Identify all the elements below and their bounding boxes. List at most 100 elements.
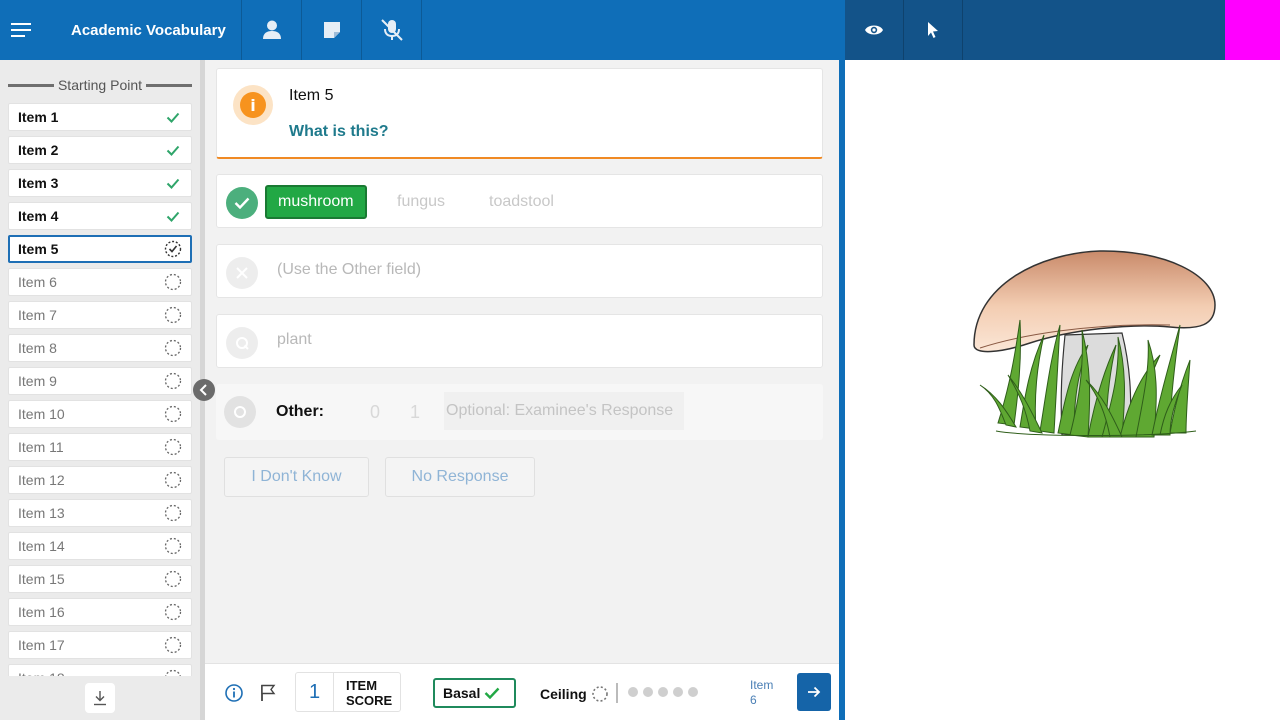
pending-circle-icon: [164, 273, 182, 291]
check-icon: [164, 141, 182, 159]
pointer-button[interactable]: [904, 0, 963, 60]
sidebar-item[interactable]: Item 18: [8, 664, 192, 676]
sidebar-item[interactable]: Item 7: [8, 301, 192, 329]
mushroom-image: [973, 250, 1216, 445]
examinee-button[interactable]: [242, 0, 302, 60]
item-score-box: 1 ITEM SCORE: [295, 672, 401, 712]
circle-icon: [234, 406, 246, 418]
preview-button[interactable]: [845, 0, 904, 60]
app-root: Academic Vocabulary Starting Point Item …: [0, 0, 1280, 720]
sidebar-item[interactable]: Item 17: [8, 631, 192, 659]
divider: [146, 83, 192, 87]
sidebar-item[interactable]: Item 15: [8, 565, 192, 593]
response-option[interactable]: toadstool: [478, 185, 565, 219]
starting-point-label: Starting Point: [57, 77, 143, 93]
scoring-footer: 1 ITEM SCORE Basal Ceiling Item 6: [205, 663, 839, 720]
status-indicator-block: [1225, 0, 1280, 60]
notes-button[interactable]: [302, 0, 362, 60]
sidebar-item[interactable]: Item 16: [8, 598, 192, 626]
sidebar-item[interactable]: Item 12: [8, 466, 192, 494]
pending-circle-icon: [164, 669, 182, 676]
menu-button[interactable]: [0, 0, 44, 60]
arrow-right-icon: [808, 686, 821, 698]
divider: [8, 83, 54, 87]
other-mark[interactable]: [224, 396, 256, 428]
question-card: i Item 5 What is this?: [216, 68, 823, 159]
pending-circle-icon: [164, 372, 182, 390]
response-option-selected[interactable]: mushroom: [265, 185, 367, 219]
sidebar-item[interactable]: Item 6: [8, 268, 192, 296]
sidebar-item-label: Item 11: [18, 439, 64, 455]
info-badge[interactable]: i: [233, 85, 273, 125]
correct-response-row: mushroom fungus toadstool: [216, 174, 823, 228]
other-response-input[interactable]: [444, 392, 684, 430]
other-score-1[interactable]: 1: [410, 402, 420, 423]
next-item-label-line1: Item: [750, 678, 774, 692]
sidebar-item[interactable]: Item 9: [8, 367, 192, 395]
divider: [616, 683, 618, 703]
pending-circle-icon: [164, 603, 182, 621]
sidebar-item[interactable]: Item 13: [8, 499, 192, 527]
info-button[interactable]: [223, 682, 245, 704]
incorrect-mark[interactable]: [226, 257, 258, 289]
top-toolbar: Academic Vocabulary: [0, 0, 839, 60]
sidebar-item[interactable]: Item 4: [8, 202, 192, 230]
sidebar-item-label: Item 7: [18, 307, 57, 323]
basal-label: Basal: [443, 685, 481, 701]
sidebar-item[interactable]: Item 1: [8, 103, 192, 131]
sidebar-item[interactable]: Item 14: [8, 532, 192, 560]
pending-circle-icon: [164, 471, 182, 489]
correct-mark[interactable]: [226, 187, 258, 219]
next-item-button[interactable]: [797, 673, 831, 711]
basal-status: Basal: [433, 678, 516, 708]
next-item-label: Item 6: [750, 678, 773, 708]
no-response-button[interactable]: No Response: [385, 457, 535, 497]
sidebar-item-label: Item 1: [18, 109, 59, 125]
pending-circle-icon: [164, 570, 182, 588]
incorrect-response-row: (Use the Other field): [216, 244, 823, 298]
mic-mute-button[interactable]: [362, 0, 422, 60]
flag-button[interactable]: [257, 682, 279, 704]
query-response[interactable]: plant: [277, 331, 312, 349]
sidebar-item[interactable]: Item 3: [8, 169, 192, 197]
sidebar-item-label: Item 14: [18, 538, 65, 554]
note-icon: [323, 22, 340, 38]
sidebar-item[interactable]: Item 5: [8, 235, 192, 263]
ceiling-progress-dots: [628, 687, 703, 697]
progress-dot: [643, 687, 653, 697]
item-list[interactable]: Item 1 Item 2 Item 3 Item 4 Item 5 Item 6 Item…: [8, 103, 192, 676]
pending-circle-icon: [591, 686, 608, 702]
sidebar-item-label: Item 10: [18, 406, 65, 422]
eye-icon: [865, 25, 883, 35]
pending-circle-icon: [164, 636, 182, 654]
flag-icon: [261, 684, 276, 701]
progress-dot: [688, 687, 698, 697]
dont-know-button[interactable]: I Don't Know: [224, 457, 369, 497]
sidebar-item-label: Item 13: [18, 505, 65, 521]
other-label: Other:: [276, 403, 324, 420]
other-score-0[interactable]: 0: [370, 402, 380, 423]
sidebar-item[interactable]: Item 8: [8, 334, 192, 362]
query-icon: [236, 337, 249, 350]
mic-off-icon: [380, 19, 403, 41]
pending-circle-icon: [164, 504, 182, 522]
download-button[interactable]: [85, 683, 115, 713]
item-score-label: ITEM SCORE: [346, 678, 400, 708]
sidebar-item-label: Item 2: [18, 142, 59, 158]
sidebar-item[interactable]: Item 11: [8, 433, 192, 461]
sidebar-item[interactable]: Item 10: [8, 400, 192, 428]
query-mark[interactable]: [226, 327, 258, 359]
pending-circle-icon: [164, 537, 182, 555]
collapse-sidebar-button[interactable]: [193, 379, 215, 401]
item-sidebar: Starting Point Item 1 Item 2 Item 3 Item 4I…: [0, 60, 200, 720]
next-item-label-line2: 6: [750, 693, 757, 707]
presentation-toolbar: [845, 0, 1225, 60]
incorrect-hint[interactable]: (Use the Other field): [277, 261, 421, 279]
response-option[interactable]: fungus: [386, 185, 456, 219]
in-progress-icon: [164, 240, 182, 258]
sidebar-item-label: Item 17: [18, 637, 65, 653]
sidebar-item[interactable]: Item 2: [8, 136, 192, 164]
sidebar-item-label: Item 6: [18, 274, 57, 290]
download-area: [0, 676, 200, 720]
progress-dot: [673, 687, 683, 697]
